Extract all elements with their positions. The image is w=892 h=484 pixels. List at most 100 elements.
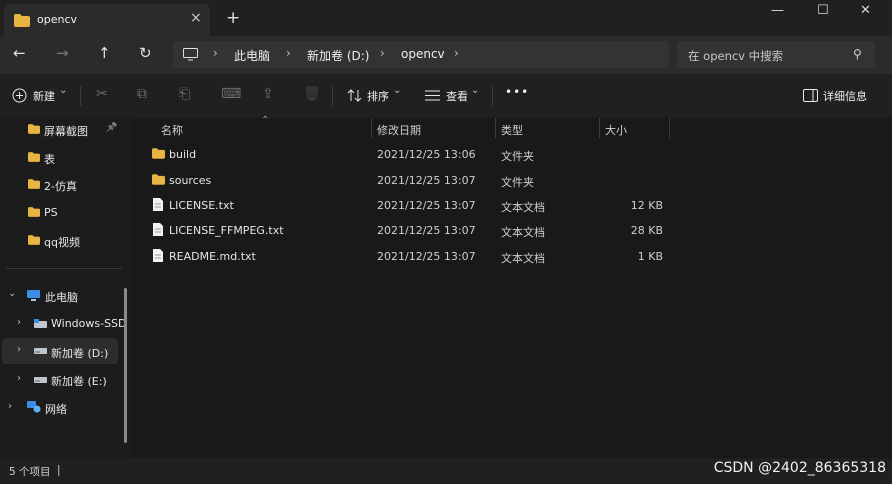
column-divider[interactable] [371, 118, 372, 138]
forward-icon[interactable]: → [56, 44, 69, 62]
table-row[interactable]: README.md.txt 2021/12/25 13:07 文本文档 1 KB [134, 244, 674, 269]
search-icon[interactable]: ⚲ [853, 47, 862, 61]
table-row[interactable]: LICENSE_FFMPEG.txt 2021/12/25 13:07 文本文档… [134, 218, 674, 243]
column-header-size[interactable]: 大小 [605, 122, 627, 138]
computer-icon [27, 290, 40, 301]
folder-icon [28, 179, 40, 189]
paste-icon[interactable]: ⎗ [179, 86, 190, 102]
tab-opencv[interactable]: opencv × [4, 4, 210, 36]
navigation-pane: 屏幕截图 📌 表 2-仿真 PS qq视频 ⌄ 此电脑 › Windows-SS… [0, 118, 132, 458]
navigation-bar: ← → ↑ ↻ › 此电脑 › 新加卷 (D:) › opencv › 在 op… [0, 36, 892, 74]
file-modified: 2021/12/25 13:06 [377, 148, 476, 161]
sort-icon [347, 89, 362, 102]
text-document-icon [153, 223, 163, 236]
rename-icon[interactable]: ⌨ [221, 86, 241, 102]
file-modified: 2021/12/25 13:07 [377, 199, 476, 212]
folder-icon [28, 207, 40, 217]
tab-title: opencv [37, 13, 78, 26]
breadcrumb-opencv[interactable]: opencv [401, 47, 445, 61]
share-icon[interactable]: ⇪ [262, 86, 274, 102]
text-document-icon [153, 249, 163, 262]
refresh-icon[interactable]: ↻ [139, 44, 152, 62]
file-modified: 2021/12/25 13:07 [377, 250, 476, 263]
sidebar-item-drive-d-selected[interactable]: › 新加卷 (D:) [2, 338, 118, 364]
file-name: README.md.txt [169, 250, 256, 263]
up-icon[interactable]: ↑ [98, 44, 111, 62]
expand-chevron-icon[interactable]: ⌄ [8, 288, 16, 299]
divider [6, 268, 122, 269]
address-bar[interactable]: › 此电脑 › 新加卷 (D:) › opencv › [173, 41, 669, 68]
drive-icon [34, 348, 47, 354]
breadcrumb-sep-icon: › [286, 46, 291, 60]
minimize-icon[interactable]: — [771, 3, 784, 18]
expand-chevron-icon[interactable]: › [17, 373, 21, 384]
sidebar-scrollbar[interactable] [124, 288, 127, 443]
sort-button[interactable]: 排序 [367, 88, 389, 104]
file-size: 1 KB [637, 250, 663, 263]
maximize-icon[interactable]: ☐ [817, 3, 829, 18]
column-header-type[interactable]: 类型 [501, 122, 523, 138]
folder-icon [28, 235, 40, 245]
tab-close-icon[interactable]: × [190, 10, 202, 26]
details-button[interactable]: 详细信息 [823, 88, 867, 104]
expand-chevron-icon[interactable]: › [8, 401, 12, 412]
drive-icon [34, 377, 47, 383]
folder-icon [14, 14, 30, 27]
status-separator: | [57, 464, 61, 476]
file-type: 文本文档 [501, 226, 545, 239]
item-count: 5 个项目 [9, 466, 51, 478]
sort-arrow-icon: ⌃ [261, 115, 270, 126]
new-tab-icon[interactable]: + [226, 8, 240, 28]
column-header-name[interactable]: 名称 [161, 122, 183, 138]
sidebar-item-label: 此电脑 [45, 291, 78, 304]
table-row[interactable]: sources 2021/12/25 13:07 文件夹 [134, 168, 674, 193]
new-plus-icon [12, 88, 27, 103]
view-button[interactable]: 查看 [446, 88, 468, 104]
title-bar: opencv × + — ☐ ✕ [0, 0, 892, 36]
back-icon[interactable]: ← [13, 44, 26, 62]
table-row[interactable]: LICENSE.txt 2021/12/25 13:07 文本文档 12 KB [134, 193, 674, 218]
network-icon [27, 401, 41, 413]
sidebar-item-label: 2-仿真 [44, 180, 77, 193]
file-type: 文本文档 [501, 252, 545, 265]
close-icon[interactable]: ✕ [860, 3, 871, 18]
search-placeholder[interactable]: 在 opencv 中搜索 [688, 48, 783, 64]
file-name: LICENSE.txt [169, 199, 234, 212]
sidebar-item-label: 表 [44, 153, 55, 166]
details-pane-icon [803, 89, 818, 102]
file-type: 文本文档 [501, 201, 545, 214]
table-row[interactable]: build 2021/12/25 13:06 文件夹 [134, 142, 674, 167]
search-box[interactable]: 在 opencv 中搜索 ⚲ [677, 41, 875, 68]
divider [332, 86, 333, 106]
breadcrumb-this-pc[interactable]: 此电脑 [234, 47, 270, 64]
sidebar-item-label: Windows-SSD [51, 317, 127, 330]
sidebar-item-label: 新加卷 (E:) [51, 375, 107, 388]
column-divider[interactable] [495, 118, 496, 138]
drive-icon [34, 319, 47, 328]
column-header-modified[interactable]: 修改日期 [377, 122, 421, 138]
divider [492, 86, 493, 106]
command-bar: 新建 ⌄ ✂ ⧉ ⎗ ⌨ ⇪ 🗑 排序 ⌄ 查看 ⌄ ••• 详细信息 [0, 74, 892, 119]
new-button[interactable]: 新建 [33, 88, 55, 104]
expand-chevron-icon[interactable]: › [17, 344, 21, 355]
expand-chevron-icon[interactable]: › [17, 317, 21, 328]
breadcrumb-sep-icon: › [380, 46, 385, 60]
sidebar-item-label: 新加卷 (D:) [51, 347, 109, 360]
divider [80, 86, 81, 106]
file-size: 12 KB [630, 199, 663, 212]
cut-icon[interactable]: ✂ [96, 86, 108, 102]
text-document-icon [153, 198, 163, 211]
new-chevron-icon[interactable]: ⌄ [59, 85, 67, 96]
watermark: CSDN @2402_86365318 [713, 460, 886, 476]
column-divider[interactable] [669, 118, 670, 138]
folder-icon [152, 174, 165, 185]
sort-chevron-icon[interactable]: ⌄ [393, 85, 401, 96]
breadcrumb-sep-icon: › [213, 46, 218, 60]
more-options-icon[interactable]: ••• [505, 85, 529, 99]
breadcrumb-sep-icon: › [454, 46, 459, 60]
column-divider[interactable] [599, 118, 600, 138]
delete-icon[interactable]: 🗑 [303, 86, 321, 102]
view-chevron-icon[interactable]: ⌄ [471, 85, 479, 96]
breadcrumb-drive-d[interactable]: 新加卷 (D:) [307, 47, 369, 64]
copy-icon[interactable]: ⧉ [137, 86, 147, 102]
